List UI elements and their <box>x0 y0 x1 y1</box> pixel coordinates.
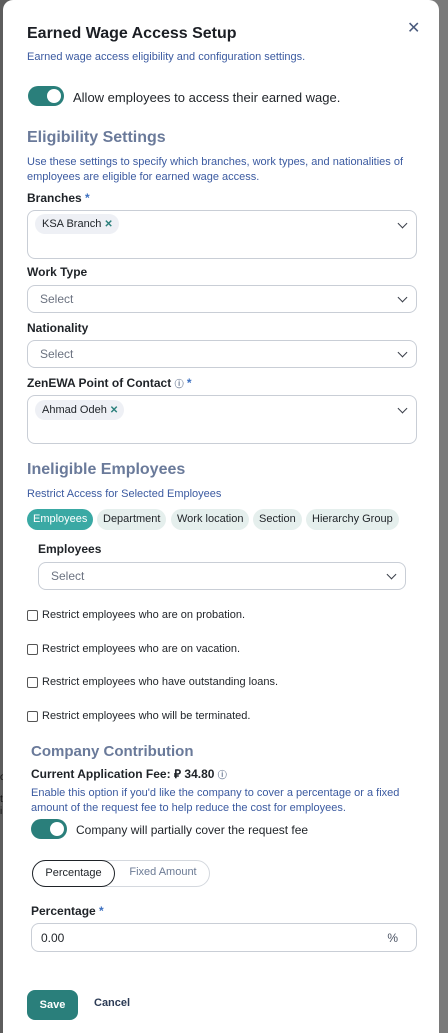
chevron-down-icon[interactable] <box>397 403 408 414</box>
checkbox[interactable] <box>27 643 38 655</box>
toggle-knob <box>47 89 61 103</box>
nationality-label: Nationality <box>27 321 89 335</box>
chip-ksa-branch: KSA Branch ✕ <box>35 214 119 234</box>
required-mark: * <box>186 376 192 390</box>
percent-suffix: % <box>387 931 398 945</box>
ineligible-section-title: Ineligible Employees <box>27 461 186 478</box>
cover-fee-toggle[interactable] <box>31 819 67 839</box>
tab-department[interactable]: Department <box>97 509 167 530</box>
ineligible-description: Restrict Access for Selected Employees <box>27 488 222 500</box>
percentage-label: Percentage * <box>31 904 104 918</box>
cancel-button[interactable]: Cancel <box>94 997 130 1009</box>
save-button[interactable]: Save <box>27 990 78 1020</box>
currency-icon: ⃁ <box>173 767 182 781</box>
close-icon[interactable]: ✕ <box>407 18 420 38</box>
dialog-title: Earned Wage Access Setup <box>27 25 237 42</box>
contact-multiselect[interactable]: Ahmad Odeh ✕ <box>27 395 417 444</box>
work-type-label: Work Type <box>27 265 88 279</box>
nationality-select[interactable]: Select <box>27 340 417 368</box>
dialog-subtitle: Earned wage access eligibility and confi… <box>27 51 306 63</box>
chip-remove-icon[interactable]: ✕ <box>104 219 112 230</box>
chip-remove-icon[interactable]: ✕ <box>110 405 118 416</box>
mode-segmented-control: Percentage Fixed Amount <box>32 860 210 887</box>
checkbox[interactable] <box>27 609 38 621</box>
chevron-down-icon[interactable] <box>397 347 408 358</box>
allow-access-toggle[interactable] <box>28 86 64 106</box>
contribution-description: Enable this option if you'd like the com… <box>31 787 400 814</box>
tab-work-location[interactable]: Work location <box>171 509 250 530</box>
checkbox-label: Restrict employees who will be terminate… <box>42 710 251 722</box>
info-icon[interactable]: ⓘ <box>218 770 227 780</box>
checkbox[interactable] <box>27 676 38 688</box>
percentage-input[interactable]: 0.00 % <box>31 923 417 952</box>
chevron-down-icon[interactable] <box>386 569 397 580</box>
employees-select[interactable]: Select <box>38 562 406 590</box>
chip-label: Ahmad Odeh <box>42 404 107 416</box>
fee-label: Current Application Fee: <box>31 767 171 781</box>
branches-label-text: Branches <box>27 191 82 205</box>
work-type-placeholder: Select <box>40 292 74 306</box>
branches-label: Branches * <box>27 191 90 205</box>
checkbox-label: Restrict employees who are on probation. <box>42 609 245 621</box>
contact-label-text: ZenEWA Point of Contact <box>27 376 172 390</box>
current-fee: Current Application Fee: ⃁ 34.80 ⓘ <box>31 767 227 782</box>
restrict-loans-row[interactable]: Restrict employees who have outstanding … <box>27 676 278 688</box>
tab-hierarchy-group[interactable]: Hierarchy Group <box>306 509 399 530</box>
ewa-setup-dialog: Earned Wage Access Setup ✕ Earned wage a… <box>3 0 439 1033</box>
branches-multiselect[interactable]: KSA Branch ✕ <box>27 210 417 259</box>
mode-percentage[interactable]: Percentage <box>32 860 115 887</box>
chevron-down-icon[interactable] <box>397 292 408 303</box>
info-icon[interactable]: ⓘ <box>175 379 184 389</box>
tab-employees[interactable]: Employees <box>27 509 94 530</box>
chevron-down-icon[interactable] <box>397 218 408 229</box>
contribution-section-title: Company Contribution <box>31 743 194 760</box>
cover-fee-label: Company will partially cover the request… <box>76 823 309 837</box>
tab-section[interactable]: Section <box>253 509 302 530</box>
percentage-label-text: Percentage <box>31 904 96 918</box>
eligibility-section-title: Eligibility Settings <box>27 129 166 146</box>
fee-value: 34.80 <box>184 767 215 781</box>
restrict-terminated-row[interactable]: Restrict employees who will be terminate… <box>27 710 250 722</box>
mode-fixed-amount[interactable]: Fixed Amount <box>119 860 207 887</box>
chip-label: KSA Branch <box>42 218 102 230</box>
required-mark: * <box>99 904 104 918</box>
nationality-placeholder: Select <box>40 347 74 361</box>
contact-label: ZenEWA Point of Contact ⓘ * <box>27 376 192 390</box>
eligibility-description: Use these settings to specify which bran… <box>27 156 404 183</box>
employees-label: Employees <box>38 542 102 556</box>
checkbox-label: Restrict employees who have outstanding … <box>42 676 279 688</box>
work-type-select[interactable]: Select <box>27 285 417 313</box>
required-mark: * <box>85 191 90 205</box>
employees-placeholder: Select <box>51 569 85 583</box>
restrict-vacation-row[interactable]: Restrict employees who are on vacation. <box>27 643 240 655</box>
percentage-value: 0.00 <box>41 931 65 945</box>
checkbox-label: Restrict employees who are on vacation. <box>42 643 241 655</box>
checkbox[interactable] <box>27 710 38 722</box>
chip-ahmad-odeh: Ahmad Odeh ✕ <box>35 400 125 420</box>
backdrop-fragment: i <box>0 806 3 817</box>
restrict-probation-row[interactable]: Restrict employees who are on probation. <box>27 609 245 621</box>
allow-access-label: Allow employees to access their earned w… <box>73 90 341 105</box>
toggle-knob <box>50 822 64 836</box>
